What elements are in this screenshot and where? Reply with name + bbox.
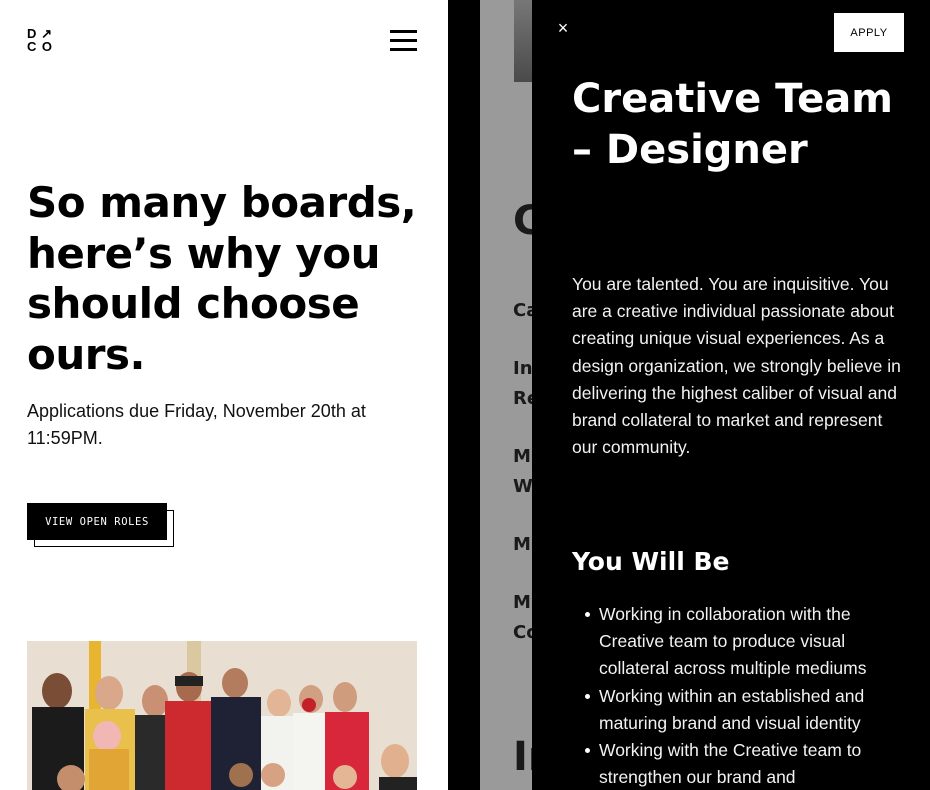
background-heading-fragment: In [513,734,532,780]
main-page: D ↗ C O So many boards, here’s why you s… [0,0,448,790]
background-text-fragment: W [513,476,532,497]
job-title: Creative Team – Designer [572,76,893,173]
background-text-fragment: Re [513,388,532,409]
background-text-fragment: Ca [513,300,532,321]
job-description: You are talented. You are inquisitive. Y… [572,274,901,458]
background-text-fragment: Co [513,622,532,643]
list-item: Working within an established and maturi… [585,683,899,737]
hero-subtitle: Applications due Friday, November 20th a… [27,401,366,448]
team-photo [27,641,417,790]
logo[interactable]: D ↗ C O [27,27,53,53]
job-detail-drawer: × APPLY Creative Team – Designer You are… [532,0,930,790]
background-text-fragment: In [513,358,532,379]
background-heading-fragment: C [513,198,532,244]
cta-group: VIEW OPEN ROLES [27,503,175,547]
background-image-fragment [514,0,532,82]
background-page-strip: C Ca In Re M W M M Co In [480,0,532,790]
view-open-roles-button[interactable]: VIEW OPEN ROLES [27,503,167,540]
close-icon[interactable]: × [554,18,572,38]
hamburger-icon[interactable] [390,30,417,52]
hero-title: So many boards, here’s why you should ch… [27,178,417,379]
background-text-fragment: M [513,534,531,555]
responsibilities-list: Working in collaboration with the Creati… [585,601,899,790]
background-text-fragment: M [513,592,531,613]
logo-letter-o: O [41,39,53,54]
background-text-fragment: M [513,446,531,467]
logo-letter-c: C [27,39,38,54]
list-item: Working in collaboration with the Creati… [585,601,899,683]
section-heading-you-will-be: You Will Be [572,547,730,576]
list-item: Working with the Creative team to streng… [585,737,899,790]
apply-button[interactable]: APPLY [834,13,904,52]
